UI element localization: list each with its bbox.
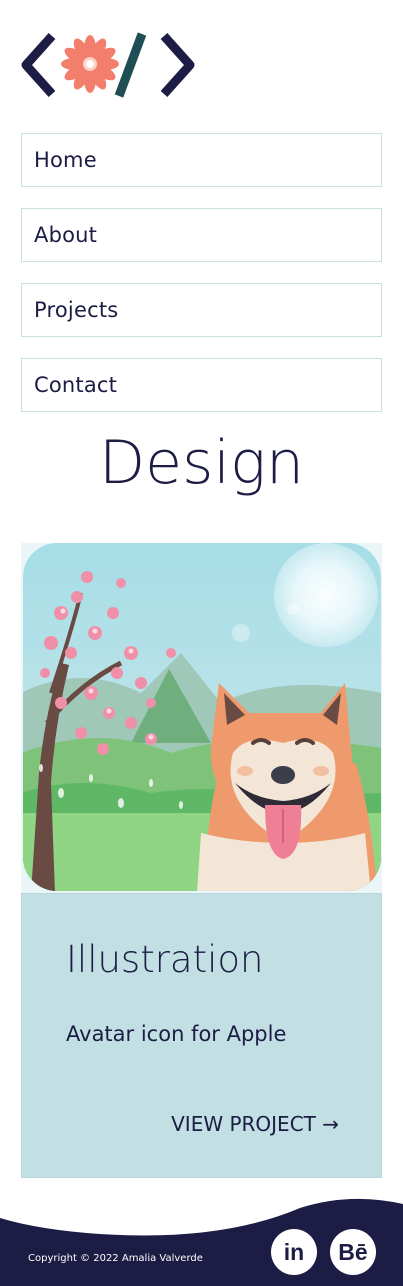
nav-item-home[interactable]: Home: [21, 133, 382, 187]
logo[interactable]: [20, 28, 196, 102]
nav-item-contact[interactable]: Contact: [21, 358, 382, 412]
nav-item-about[interactable]: About: [21, 208, 382, 262]
project-card-body: Illustration Avatar icon for Apple VIEW …: [21, 893, 382, 1178]
copyright-text: Copyright © 2022 Amalia Valverde: [28, 1253, 203, 1264]
project-card: Illustration Avatar icon for Apple VIEW …: [21, 543, 382, 1178]
behance-icon[interactable]: Bē: [330, 1229, 376, 1275]
behance-label: Bē: [338, 1238, 368, 1265]
flower-icon: [61, 35, 119, 93]
nav-item-projects[interactable]: Projects: [21, 283, 382, 337]
project-description: Avatar icon for Apple: [66, 1022, 287, 1046]
project-image[interactable]: [21, 543, 382, 893]
page-title: Design: [98, 428, 305, 498]
linkedin-icon[interactable]: in: [271, 1229, 317, 1275]
shiba-illustration: [23, 543, 381, 891]
linkedin-label: in: [283, 1238, 305, 1265]
view-project-link[interactable]: VIEW PROJECT →: [171, 1112, 339, 1136]
footer: Copyright © 2022 Amalia Valverde in Bē: [0, 1190, 403, 1286]
project-title: Illustration: [66, 938, 264, 981]
